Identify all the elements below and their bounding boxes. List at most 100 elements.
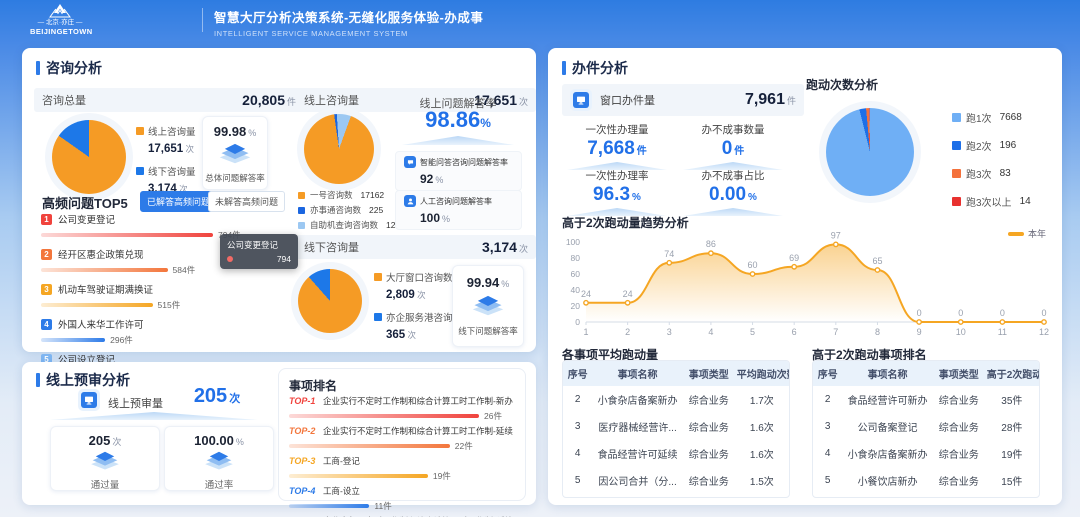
table-cell: 医疗器械经营许... bbox=[592, 413, 682, 440]
table-cell: 2 bbox=[813, 386, 842, 413]
table-header-cell: 序号 bbox=[813, 361, 842, 386]
table-header-row: 序号事项名称事项类型高于2次跑动次数 bbox=[813, 361, 1039, 386]
svg-text:80: 80 bbox=[571, 253, 581, 263]
overall-rate-card: 99.98% 总体问题解答率 bbox=[202, 116, 268, 190]
dashboard: — 北京·亦庄 — BEIJINGETOWN 智慧大厅分析决策系统-无缝化服务体… bbox=[0, 0, 1080, 517]
table-row: 6食品经营许可延续综合业务15件 bbox=[813, 494, 1039, 498]
online-rate-decoration bbox=[402, 136, 514, 145]
stat-once-count: 一次性办理量 7,668件 bbox=[562, 122, 672, 170]
table-row: 2小食杂店备案新办综合业务1.7次 bbox=[563, 386, 789, 413]
table-cell: 小食杂店备案新办 bbox=[592, 386, 682, 413]
layers-diamond-icon bbox=[200, 451, 238, 471]
bar-label: 工商-登记 bbox=[323, 455, 360, 467]
smart-rate-label: 智能问答咨询问题解答率 bbox=[420, 157, 508, 168]
table-header-cell: 事项类型 bbox=[683, 361, 735, 386]
consult-total-strip: 咨询总量 20,805件 bbox=[34, 88, 304, 112]
table-row: 6在京单位通勤班...综合业务1.5次 bbox=[563, 494, 789, 498]
table-cell: 综合业务 bbox=[933, 386, 985, 413]
bar-label: 公司变更登记 bbox=[58, 212, 115, 226]
avg-run-table: 序号事项名称事项类型平均跑动次数2小食杂店备案新办综合业务1.7次3医疗器械经营… bbox=[562, 360, 790, 498]
table-row: 5因公司合并（分...综合业务1.5次 bbox=[563, 467, 789, 494]
top5-title: 高频问题TOP5 bbox=[42, 193, 128, 212]
logo: — 北京·亦庄 — BEIJINGETOWN bbox=[30, 3, 90, 36]
rank-label: TOP-4 bbox=[289, 486, 323, 496]
table-cell: 35件 bbox=[985, 386, 1039, 413]
rank-label: TOP-3 bbox=[289, 456, 323, 466]
logo-en: BEIJINGETOWN bbox=[30, 27, 90, 36]
unanswered-questions-button[interactable]: 未解答高频问题 bbox=[208, 191, 285, 212]
offline-consult-value: 3,174 bbox=[482, 239, 517, 255]
svg-text:0: 0 bbox=[1000, 308, 1005, 318]
pass-rate-value: 100.00 bbox=[194, 433, 234, 448]
table-cell: 综合业务 bbox=[933, 413, 985, 440]
legend-swatch bbox=[136, 167, 144, 175]
online-channel-pie[interactable] bbox=[304, 114, 374, 184]
svg-text:60: 60 bbox=[748, 260, 758, 270]
table-cell: 综合业务 bbox=[683, 467, 735, 494]
table-header-cell: 平均跑动次数 bbox=[735, 361, 789, 386]
consult-total-pie[interactable] bbox=[52, 120, 126, 194]
bar[interactable] bbox=[289, 474, 428, 478]
legend-swatch bbox=[952, 113, 961, 122]
offline-consult-label: 线下咨询量 bbox=[304, 239, 359, 255]
legend-item[interactable]: 跑3次83 bbox=[952, 166, 1052, 181]
pass-count-value: 205 bbox=[89, 433, 111, 448]
bar[interactable] bbox=[41, 268, 168, 272]
legend-swatch bbox=[298, 192, 305, 199]
table-cell: 15件 bbox=[985, 494, 1039, 498]
svg-text:65: 65 bbox=[872, 256, 882, 266]
legend-item[interactable]: 跑2次196 bbox=[952, 138, 1052, 153]
legend-swatch bbox=[298, 207, 305, 214]
answered-questions-button[interactable]: 已解答高频问题 bbox=[140, 191, 217, 212]
table-header-cell: 事项名称 bbox=[592, 361, 682, 386]
tooltip-marker bbox=[227, 256, 233, 262]
consult-total-value: 20,805 bbox=[242, 92, 285, 108]
handling-panel-title: 办件分析 bbox=[572, 58, 628, 78]
run-count-pie[interactable] bbox=[826, 108, 914, 196]
bar-item: TOP-4工商-设立11件 bbox=[289, 485, 517, 512]
legend-item[interactable]: 跑3次以上14 bbox=[952, 194, 1052, 209]
monitor-icon bbox=[573, 92, 589, 108]
svg-text:11: 11 bbox=[998, 327, 1007, 337]
table-header-cell: 高于2次跑动次数 bbox=[985, 361, 1039, 386]
svg-text:本年: 本年 bbox=[1028, 228, 1046, 239]
offline-rate-value: 99.94 bbox=[467, 275, 500, 290]
svg-text:0: 0 bbox=[917, 308, 922, 318]
table-cell: 综合业务 bbox=[683, 386, 735, 413]
svg-text:20: 20 bbox=[571, 301, 581, 311]
trend-chart[interactable]: 0204060801001234567891011122424748660699… bbox=[556, 226, 1052, 342]
legend-label: 亦企服务港咨询 bbox=[386, 310, 453, 324]
ranking-title: 事项排名 bbox=[289, 377, 337, 394]
legend-label: 跑2次 bbox=[966, 138, 992, 153]
pass-count-label: 通过量 bbox=[51, 477, 159, 491]
table-header-cell: 事项类型 bbox=[933, 361, 985, 386]
svg-text:24: 24 bbox=[623, 289, 633, 299]
table-cell: 公司备案登记 bbox=[842, 413, 932, 440]
svg-text:60: 60 bbox=[571, 269, 581, 279]
table-cell: 综合业务 bbox=[933, 440, 985, 467]
bar-value: 515件 bbox=[158, 299, 181, 311]
svg-text:69: 69 bbox=[789, 253, 799, 263]
offline-channel-pie[interactable] bbox=[298, 269, 362, 333]
bar[interactable] bbox=[289, 414, 479, 418]
table-cell: 28件 bbox=[985, 413, 1039, 440]
bar[interactable] bbox=[41, 303, 153, 307]
bar[interactable] bbox=[289, 444, 450, 448]
table-cell: 食品经营许可延续 bbox=[592, 440, 682, 467]
pass-count-card: 205次 通过量 bbox=[50, 426, 160, 491]
legend-item[interactable]: 跑1次7668 bbox=[952, 110, 1052, 125]
legend-item[interactable]: 大厅窗口咨询数2,809 次 bbox=[374, 270, 454, 303]
smart-rate-card: 智能问答咨询问题解答率 92% bbox=[395, 151, 522, 191]
table-cell: 6 bbox=[563, 494, 592, 498]
legend-item[interactable]: 亦企服务港咨询365 次 bbox=[374, 310, 454, 343]
title-accent bbox=[562, 61, 566, 75]
layers-diamond-icon bbox=[468, 295, 508, 317]
preaudit-banner-icon-ring bbox=[78, 389, 100, 411]
rank-badge: 2 bbox=[41, 249, 52, 260]
bar[interactable] bbox=[289, 504, 369, 508]
person-icon bbox=[404, 195, 416, 207]
bar[interactable] bbox=[41, 233, 213, 237]
table-cell: 因公司合并（分... bbox=[592, 467, 682, 494]
legend-label: 自助机查询咨询数 bbox=[310, 219, 378, 231]
bar[interactable] bbox=[41, 338, 105, 342]
